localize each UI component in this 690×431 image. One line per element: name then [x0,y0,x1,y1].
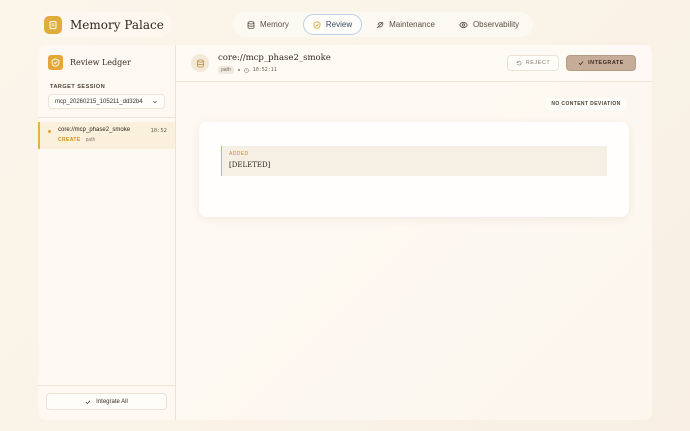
integrate-button[interactable]: INTEGRATE [566,55,636,71]
node-title: core://mcp_phase2_smoke [218,53,331,63]
review-panel: Review Ledger TARGET SESSION mcp_2026021… [38,45,652,420]
sidebar-header: Review Ledger [38,45,175,70]
database-icon [247,20,255,29]
tab-maintenance[interactable]: Maintenance [366,14,445,35]
notebook-logo-icon [44,15,62,34]
integrate-label: INTEGRATE [588,60,624,66]
app-title: Memory Palace [70,17,164,32]
check-icon [85,399,91,404]
sidebar-footer-divider [38,385,175,386]
check-icon [578,61,584,66]
target-session-label: TARGET SESSION [50,84,106,90]
tab-review-label: Review [325,20,353,29]
tab-memory-label: Memory [260,20,289,29]
status-dot [48,130,51,133]
sidebar-divider [38,117,175,118]
session-select[interactable]: mcp_20260215_105211_dd32b4 [48,94,165,109]
tab-maintenance-label: Maintenance [389,20,435,29]
review-item-name: core://mcp_phase2_smoke [58,127,131,133]
node-meta: path 10:52:11 [218,66,277,74]
detail-header: core://mcp_phase2_smoke path 10:52:11 RE… [176,45,652,82]
shield-icon [48,55,63,70]
review-item-meta: CREATE path [58,137,95,143]
path-chip: path [218,66,234,74]
feather-icon [376,21,384,28]
eye-icon [459,21,468,28]
meta-separator [237,69,240,71]
clock-icon [243,67,249,73]
integrate-all-button[interactable]: Integrate All [46,393,167,410]
review-item-time: 10:52 [150,128,167,134]
diff-card: ADDED [DELETED] [199,122,629,217]
tab-observability[interactable]: Observability [449,14,529,35]
diff-label: ADDED [229,151,249,157]
chevron-down-icon [153,100,157,103]
review-item-kind: path [85,137,96,143]
diff-added-block: ADDED [DELETED] [221,146,607,176]
reject-label: REJECT [525,60,551,66]
sidebar-title: Review Ledger [70,58,131,67]
node-time: 10:52:11 [252,67,277,73]
reject-button[interactable]: REJECT [507,55,559,71]
integrate-all-label: Integrate All [96,398,128,405]
deviation-badge: NO CONTENT DEVIATION [546,98,626,110]
list-item[interactable]: core://mcp_phase2_smoke 10:52 CREATE pat… [38,122,175,149]
tab-memory[interactable]: Memory [237,14,299,35]
tab-review[interactable]: Review [302,14,363,35]
brand[interactable]: Memory Palace [40,12,172,37]
storage-icon [191,54,209,72]
review-ledger-sidebar: Review Ledger TARGET SESSION mcp_2026021… [38,45,176,420]
shield-icon [313,20,321,29]
review-detail: core://mcp_phase2_smoke path 10:52:11 RE… [176,45,652,420]
tab-observability-label: Observability [472,20,520,29]
review-item-action: CREATE [58,137,81,143]
session-select-value: mcp_20260215_105211_dd32b4 [55,98,143,105]
undo-icon [516,60,522,66]
diff-text: [DELETED] [229,161,271,169]
main-nav: Memory Review Maintenance Observability [233,12,534,37]
